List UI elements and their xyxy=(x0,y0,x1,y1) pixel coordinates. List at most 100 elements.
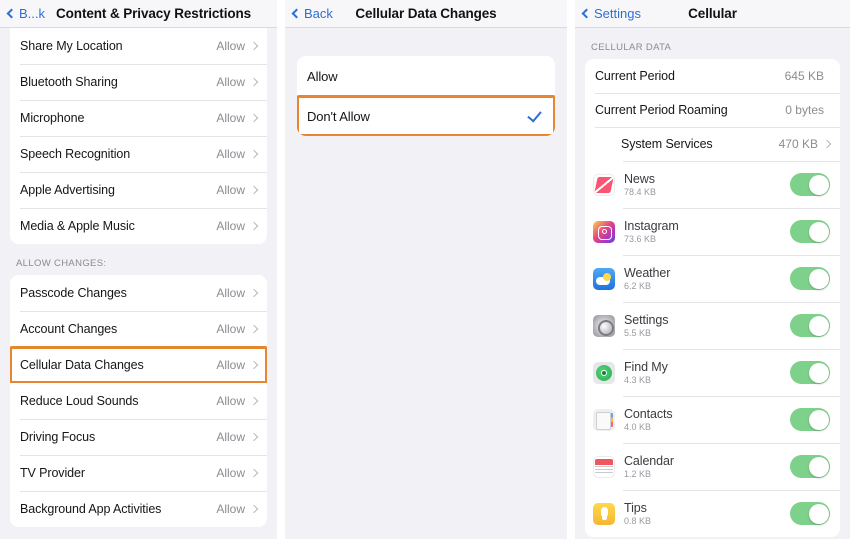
app-text: Settings 5.5 KB xyxy=(624,313,790,338)
row-account-changes[interactable]: Account Changes Allow xyxy=(10,311,267,347)
app-row-tips: Tips 0.8 KB xyxy=(585,490,840,537)
row-background-app-activities[interactable]: Background App Activities Allow xyxy=(10,491,267,527)
row-label: Background App Activities xyxy=(20,502,216,516)
row-value: Allow xyxy=(216,394,245,408)
toggle-instagram[interactable] xyxy=(790,220,830,243)
toggle-contacts[interactable] xyxy=(790,408,830,431)
right-scroll-body[interactable]: CELLULAR DATA Current Period 645 KB Curr… xyxy=(575,28,850,539)
row-value: Allow xyxy=(216,75,245,89)
middle-navbar: Back Cellular Data Changes xyxy=(285,0,567,28)
row-bluetooth-sharing[interactable]: Bluetooth Sharing Allow xyxy=(10,64,267,100)
app-text: News 78.4 KB xyxy=(624,172,790,197)
chevron-right-icon xyxy=(823,140,831,148)
row-apple-advertising[interactable]: Apple Advertising Allow xyxy=(10,172,267,208)
row-value: Allow xyxy=(216,358,245,372)
row-label: Current Period xyxy=(595,69,785,83)
middle-scroll-body[interactable]: Allow Don't Allow xyxy=(285,28,567,539)
toggle-knob xyxy=(809,504,829,524)
left-group-privacy: Share My Location Allow Bluetooth Sharin… xyxy=(10,28,267,244)
row-value: Allow xyxy=(216,322,245,336)
row-system-services[interactable]: System Services 470 KB xyxy=(585,127,840,161)
toggle-knob xyxy=(809,363,829,383)
row-label: Share My Location xyxy=(20,39,216,53)
app-name: News xyxy=(624,172,790,186)
row-value: Allow xyxy=(216,430,245,444)
row-label: Account Changes xyxy=(20,322,216,336)
row-media-apple-music[interactable]: Media & Apple Music Allow xyxy=(10,208,267,244)
app-row-find-my: Find My 4.3 KB xyxy=(585,349,840,396)
row-value: 470 KB xyxy=(779,137,818,151)
left-back-button[interactable]: B...k xyxy=(8,6,45,21)
chevron-left-icon xyxy=(7,9,17,19)
toggle-find-my[interactable] xyxy=(790,361,830,384)
row-value: Allow xyxy=(216,502,245,516)
row-value: Allow xyxy=(216,183,245,197)
option-dont-allow[interactable]: Don't Allow xyxy=(297,96,555,136)
right-back-button-settings[interactable]: Settings xyxy=(583,6,641,21)
chevron-right-icon xyxy=(250,505,258,513)
chevron-right-icon xyxy=(250,78,258,86)
toggle-knob xyxy=(809,316,829,336)
calendar-app-icon xyxy=(593,456,615,478)
option-allow[interactable]: Allow xyxy=(297,56,555,96)
three-panel-ios-settings-screenshot: B...k Content & Privacy Restrictions Sha… xyxy=(0,0,850,539)
row-label: Microphone xyxy=(20,111,216,125)
middle-back-label: Back xyxy=(304,6,333,21)
right-navbar: Settings Cellular xyxy=(575,0,850,28)
chevron-right-icon xyxy=(250,186,258,194)
toggle-news[interactable] xyxy=(790,173,830,196)
app-text: Find My 4.3 KB xyxy=(624,360,790,385)
option-label: Don't Allow xyxy=(307,109,528,124)
app-size: 73.6 KB xyxy=(624,234,790,244)
app-name: Contacts xyxy=(624,407,790,421)
toggle-tips[interactable] xyxy=(790,502,830,525)
left-group-allow-changes: Passcode Changes Allow Account Changes A… xyxy=(10,275,267,527)
row-speech-recognition[interactable]: Speech Recognition Allow xyxy=(10,136,267,172)
chevron-right-icon xyxy=(250,289,258,297)
app-name: Find My xyxy=(624,360,790,374)
row-value: Allow xyxy=(216,219,245,233)
toggle-knob xyxy=(809,410,829,430)
middle-options-group: Allow Don't Allow xyxy=(297,56,555,136)
chevron-right-icon xyxy=(250,469,258,477)
row-driving-focus[interactable]: Driving Focus Allow xyxy=(10,419,267,455)
app-size: 78.4 KB xyxy=(624,187,790,197)
toggle-calendar[interactable] xyxy=(790,455,830,478)
toggle-knob xyxy=(809,222,829,242)
row-label: Bluetooth Sharing xyxy=(20,75,216,89)
app-size: 1.2 KB xyxy=(624,469,790,479)
row-value: Allow xyxy=(216,147,245,161)
highlight-box-cellular-data-changes: Cellular Data Changes Allow xyxy=(10,347,267,383)
app-name: Settings xyxy=(624,313,790,327)
row-microphone[interactable]: Microphone Allow xyxy=(10,100,267,136)
row-current-period: Current Period 645 KB xyxy=(585,59,840,93)
row-value: 0 bytes xyxy=(785,103,824,117)
app-text: Contacts 4.0 KB xyxy=(624,407,790,432)
findmy-app-icon xyxy=(593,362,615,384)
chevron-right-icon xyxy=(250,150,258,158)
app-size: 6.2 KB xyxy=(624,281,790,291)
tips-app-icon xyxy=(593,503,615,525)
row-tv-provider[interactable]: TV Provider Allow xyxy=(10,455,267,491)
row-cellular-data-changes[interactable]: Cellular Data Changes Allow xyxy=(10,347,267,383)
app-size: 5.5 KB xyxy=(624,328,790,338)
row-label: Speech Recognition xyxy=(20,147,216,161)
app-size: 4.0 KB xyxy=(624,422,790,432)
row-share-my-location[interactable]: Share My Location Allow xyxy=(10,28,267,64)
toggle-settings[interactable] xyxy=(790,314,830,337)
option-label: Allow xyxy=(307,69,545,84)
highlight-box-dont-allow: Don't Allow xyxy=(297,96,555,136)
left-scroll-body[interactable]: Share My Location Allow Bluetooth Sharin… xyxy=(0,28,277,539)
chevron-right-icon xyxy=(250,114,258,122)
panel-divider-middle-right xyxy=(567,0,575,539)
app-name: Instagram xyxy=(624,219,790,233)
row-passcode-changes[interactable]: Passcode Changes Allow xyxy=(10,275,267,311)
panel-cellular-data-changes: Back Cellular Data Changes Allow Don't A… xyxy=(285,0,567,539)
row-value: Allow xyxy=(216,466,245,480)
app-text: Tips 0.8 KB xyxy=(624,501,790,526)
chevron-right-icon xyxy=(250,433,258,441)
app-name: Weather xyxy=(624,266,790,280)
toggle-weather[interactable] xyxy=(790,267,830,290)
middle-back-button[interactable]: Back xyxy=(293,6,333,21)
row-reduce-loud-sounds[interactable]: Reduce Loud Sounds Allow xyxy=(10,383,267,419)
